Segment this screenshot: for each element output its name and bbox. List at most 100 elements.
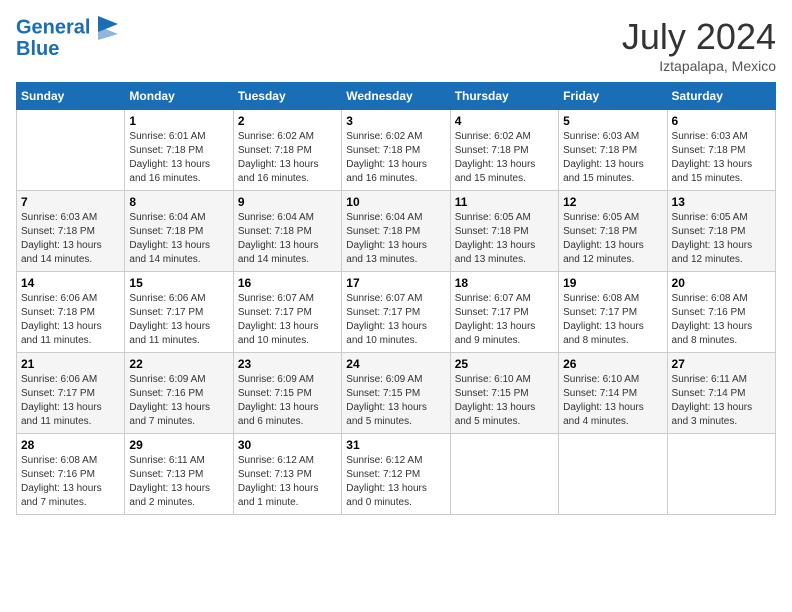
logo: General Blue xyxy=(16,16,118,60)
calendar-week-row: 14 Sunrise: 6:06 AM Sunset: 7:18 PM Dayli… xyxy=(17,272,776,353)
day-info: Sunrise: 6:08 AM Sunset: 7:16 PM Dayligh… xyxy=(672,292,771,348)
day-info: Sunrise: 6:07 AM Sunset: 7:17 PM Dayligh… xyxy=(346,292,445,348)
day-info: Sunrise: 6:05 AM Sunset: 7:18 PM Dayligh… xyxy=(672,211,771,267)
day-info: Sunrise: 6:11 AM Sunset: 7:14 PM Dayligh… xyxy=(672,373,771,429)
day-info: Sunrise: 6:03 AM Sunset: 7:18 PM Dayligh… xyxy=(672,130,771,186)
day-number: 26 xyxy=(563,357,662,371)
day-number: 5 xyxy=(563,114,662,128)
calendar-table: SundayMondayTuesdayWednesdayThursdayFrid… xyxy=(16,82,776,515)
weekday-header-monday: Monday xyxy=(125,83,233,110)
calendar-cell xyxy=(17,110,125,191)
weekday-header-wednesday: Wednesday xyxy=(342,83,450,110)
calendar-cell: 15 Sunrise: 6:06 AM Sunset: 7:17 PM Dayli… xyxy=(125,272,233,353)
month-title: July 2024 xyxy=(622,16,776,58)
calendar-cell: 22Sunrise: 6:09 AM Sunset: 7:16 PM Dayli… xyxy=(125,353,233,434)
calendar-cell: 21 Sunrise: 6:06 AM Sunset: 7:17 PM Dayli… xyxy=(17,353,125,434)
calendar-week-row: 1 Sunrise: 6:01 AM Sunset: 7:18 PM Daylig… xyxy=(17,110,776,191)
day-info: Sunrise: 6:02 AM Sunset: 7:18 PM Dayligh… xyxy=(455,130,554,186)
weekday-header-thursday: Thursday xyxy=(450,83,558,110)
calendar-cell: 1 Sunrise: 6:01 AM Sunset: 7:18 PM Daylig… xyxy=(125,110,233,191)
day-info: Sunrise: 6:06 AM Sunset: 7:18 PM Dayligh… xyxy=(21,292,120,348)
day-number: 2 xyxy=(238,114,337,128)
calendar-cell: 12 Sunrise: 6:05 AM Sunset: 7:18 PM Dayli… xyxy=(559,191,667,272)
day-number: 13 xyxy=(672,195,771,209)
day-info: Sunrise: 6:12 AM Sunset: 7:12 PM Dayligh… xyxy=(346,454,445,510)
calendar-cell xyxy=(667,434,775,515)
day-info: Sunrise: 6:03 AM Sunset: 7:18 PM Dayligh… xyxy=(563,130,662,186)
day-number: 14 xyxy=(21,276,120,290)
day-info: Sunrise: 6:06 AM Sunset: 7:17 PM Dayligh… xyxy=(21,373,120,429)
weekday-header-saturday: Saturday xyxy=(667,83,775,110)
day-number: 7 xyxy=(21,195,120,209)
day-number: 4 xyxy=(455,114,554,128)
day-number: 30 xyxy=(238,438,337,452)
day-number: 9 xyxy=(238,195,337,209)
day-info: Sunrise: 6:04 AM Sunset: 7:18 PM Dayligh… xyxy=(238,211,337,267)
location: Iztapalapa, Mexico xyxy=(622,58,776,74)
day-info: Sunrise: 6:08 AM Sunset: 7:16 PM Dayligh… xyxy=(21,454,120,510)
day-info: Sunrise: 6:09 AM Sunset: 7:15 PM Dayligh… xyxy=(238,373,337,429)
day-number: 20 xyxy=(672,276,771,290)
calendar-cell: 28 Sunrise: 6:08 AM Sunset: 7:16 PM Dayli… xyxy=(17,434,125,515)
calendar-cell: 29 Sunrise: 6:11 AM Sunset: 7:13 PM Dayli… xyxy=(125,434,233,515)
weekday-header-sunday: Sunday xyxy=(17,83,125,110)
calendar-cell: 10 Sunrise: 6:04 AM Sunset: 7:18 PM Dayli… xyxy=(342,191,450,272)
calendar-week-row: 7 Sunrise: 6:03 AM Sunset: 7:18 PM Daylig… xyxy=(17,191,776,272)
day-info: Sunrise: 6:02 AM Sunset: 7:18 PM Dayligh… xyxy=(346,130,445,186)
calendar-cell: 31Sunrise: 6:12 AM Sunset: 7:12 PM Dayli… xyxy=(342,434,450,515)
day-number: 16 xyxy=(238,276,337,290)
day-info: Sunrise: 6:02 AM Sunset: 7:18 PM Dayligh… xyxy=(238,130,337,186)
calendar-cell: 6 Sunrise: 6:03 AM Sunset: 7:18 PM Daylig… xyxy=(667,110,775,191)
day-number: 21 xyxy=(21,357,120,371)
day-number: 12 xyxy=(563,195,662,209)
day-number: 24 xyxy=(346,357,445,371)
day-number: 25 xyxy=(455,357,554,371)
day-info: Sunrise: 6:04 AM Sunset: 7:18 PM Dayligh… xyxy=(346,211,445,267)
day-number: 10 xyxy=(346,195,445,209)
logo-text-blue: Blue xyxy=(16,38,118,60)
day-info: Sunrise: 6:06 AM Sunset: 7:17 PM Dayligh… xyxy=(129,292,228,348)
calendar-cell: 5 Sunrise: 6:03 AM Sunset: 7:18 PM Daylig… xyxy=(559,110,667,191)
calendar-week-row: 28 Sunrise: 6:08 AM Sunset: 7:16 PM Dayli… xyxy=(17,434,776,515)
day-number: 28 xyxy=(21,438,120,452)
day-number: 15 xyxy=(129,276,228,290)
calendar-cell: 17 Sunrise: 6:07 AM Sunset: 7:17 PM Dayli… xyxy=(342,272,450,353)
title-block: July 2024 Iztapalapa, Mexico xyxy=(622,16,776,74)
day-info: Sunrise: 6:09 AM Sunset: 7:15 PM Dayligh… xyxy=(346,373,445,429)
day-info: Sunrise: 6:05 AM Sunset: 7:18 PM Dayligh… xyxy=(455,211,554,267)
calendar-cell xyxy=(559,434,667,515)
day-info: Sunrise: 6:10 AM Sunset: 7:14 PM Dayligh… xyxy=(563,373,662,429)
day-info: Sunrise: 6:05 AM Sunset: 7:18 PM Dayligh… xyxy=(563,211,662,267)
calendar-cell: 4 Sunrise: 6:02 AM Sunset: 7:18 PM Daylig… xyxy=(450,110,558,191)
calendar-cell: 18Sunrise: 6:07 AM Sunset: 7:17 PM Dayli… xyxy=(450,272,558,353)
day-info: Sunrise: 6:07 AM Sunset: 7:17 PM Dayligh… xyxy=(238,292,337,348)
calendar-cell: 16 Sunrise: 6:07 AM Sunset: 7:17 PM Dayli… xyxy=(233,272,341,353)
day-number: 17 xyxy=(346,276,445,290)
day-info: Sunrise: 6:01 AM Sunset: 7:18 PM Dayligh… xyxy=(129,130,228,186)
day-info: Sunrise: 6:04 AM Sunset: 7:18 PM Dayligh… xyxy=(129,211,228,267)
calendar-cell: 27 Sunrise: 6:11 AM Sunset: 7:14 PM Dayli… xyxy=(667,353,775,434)
day-number: 22 xyxy=(129,357,228,371)
logo-icon xyxy=(98,16,118,40)
calendar-cell: 30Sunrise: 6:12 AM Sunset: 7:13 PM Dayli… xyxy=(233,434,341,515)
day-info: Sunrise: 6:10 AM Sunset: 7:15 PM Dayligh… xyxy=(455,373,554,429)
day-number: 1 xyxy=(129,114,228,128)
calendar-cell: 24 Sunrise: 6:09 AM Sunset: 7:15 PM Dayli… xyxy=(342,353,450,434)
weekday-header-tuesday: Tuesday xyxy=(233,83,341,110)
calendar-cell: 8Sunrise: 6:04 AM Sunset: 7:18 PM Daylig… xyxy=(125,191,233,272)
calendar-cell: 7 Sunrise: 6:03 AM Sunset: 7:18 PM Daylig… xyxy=(17,191,125,272)
weekday-header-row: SundayMondayTuesdayWednesdayThursdayFrid… xyxy=(17,83,776,110)
calendar-cell xyxy=(450,434,558,515)
day-number: 27 xyxy=(672,357,771,371)
day-number: 29 xyxy=(129,438,228,452)
day-number: 6 xyxy=(672,114,771,128)
day-number: 11 xyxy=(455,195,554,209)
calendar-cell: 19Sunrise: 6:08 AM Sunset: 7:17 PM Dayli… xyxy=(559,272,667,353)
day-info: Sunrise: 6:11 AM Sunset: 7:13 PM Dayligh… xyxy=(129,454,228,510)
day-info: Sunrise: 6:03 AM Sunset: 7:18 PM Dayligh… xyxy=(21,211,120,267)
page-header: General Blue July 2024 Iztapalapa, Mexic… xyxy=(16,16,776,74)
calendar-cell: 25 Sunrise: 6:10 AM Sunset: 7:15 PM Dayli… xyxy=(450,353,558,434)
calendar-cell: 11 Sunrise: 6:05 AM Sunset: 7:18 PM Dayli… xyxy=(450,191,558,272)
calendar-cell: 20 Sunrise: 6:08 AM Sunset: 7:16 PM Dayli… xyxy=(667,272,775,353)
calendar-cell: 23Sunrise: 6:09 AM Sunset: 7:15 PM Dayli… xyxy=(233,353,341,434)
